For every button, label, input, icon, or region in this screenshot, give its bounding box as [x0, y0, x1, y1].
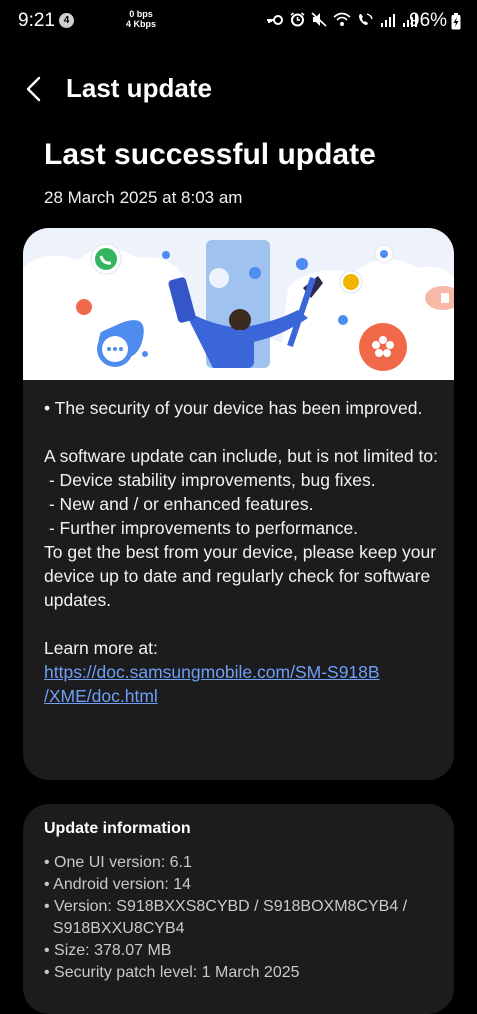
volte-call-icon: [359, 13, 373, 25]
docs-link-part1[interactable]: https://doc.samsungmobile.com/SM-S918B: [44, 662, 380, 682]
docs-link-part2[interactable]: /XME/doc.html: [44, 686, 158, 706]
status-time: 9:21: [18, 10, 55, 31]
app-header: Last update: [0, 62, 477, 118]
key-icon: [267, 14, 283, 25]
wifi-call-icon: [333, 12, 351, 26]
security-note: • The security of your device has been i…: [44, 398, 423, 418]
notes-advice: To get the best from your device, please…: [44, 542, 437, 610]
software-update-illustration: [23, 228, 454, 380]
info-size: • Size: 378.07 MB: [44, 942, 172, 959]
notification-count-badge: 4: [59, 13, 74, 28]
update-information-card: Update information • One UI version: 6.1…: [23, 804, 454, 1014]
net-speed-up: 0 bps: [129, 9, 153, 19]
header-title: Last update: [66, 73, 212, 103]
update-notes-text: • The security of your device has been i…: [44, 396, 439, 708]
info-build-version: • Version: S918BXXS8CYBD / S918BOXM8CYB4…: [44, 898, 408, 915]
signal-icon-1: [381, 13, 395, 27]
battery-charging-icon: [451, 13, 461, 30]
status-bar: 9:21 4 0 bps 4 Kbps 96%: [0, 0, 477, 42]
learn-more-label: Learn more at:: [44, 638, 158, 658]
page-title: Last successful update: [44, 138, 376, 171]
mute-icon: [311, 12, 327, 27]
info-android-version: • Android version: 14: [44, 876, 192, 893]
update-notes-card: • The security of your device has been i…: [23, 228, 454, 780]
notes-item: - Device stability improvements, bug fix…: [44, 470, 376, 490]
info-security-patch: • Security patch level: 1 March 2025: [44, 964, 300, 981]
info-one-ui-version: • One UI version: 6.1: [44, 854, 192, 871]
status-icons: [266, 12, 418, 27]
battery-level: 96%: [409, 10, 448, 31]
update-date: 28 March 2025 at 8:03 am: [44, 188, 243, 207]
update-info-title: Update information: [44, 820, 191, 837]
back-arrow-icon[interactable]: [25, 76, 41, 102]
alarm-icon: [290, 12, 305, 27]
network-speed: 0 bps 4 Kbps: [126, 9, 156, 29]
notes-intro: A software update can include, but is no…: [44, 446, 438, 466]
notes-item: - Further improvements to performance.: [44, 518, 359, 538]
info-build-version-cont: S918BXXU8CYB4: [44, 920, 185, 937]
net-speed-down: 4 Kbps: [126, 19, 157, 29]
notes-item: - New and / or enhanced features.: [44, 494, 314, 514]
update-info-list: • One UI version: 6.1 • Android version:…: [44, 852, 444, 984]
